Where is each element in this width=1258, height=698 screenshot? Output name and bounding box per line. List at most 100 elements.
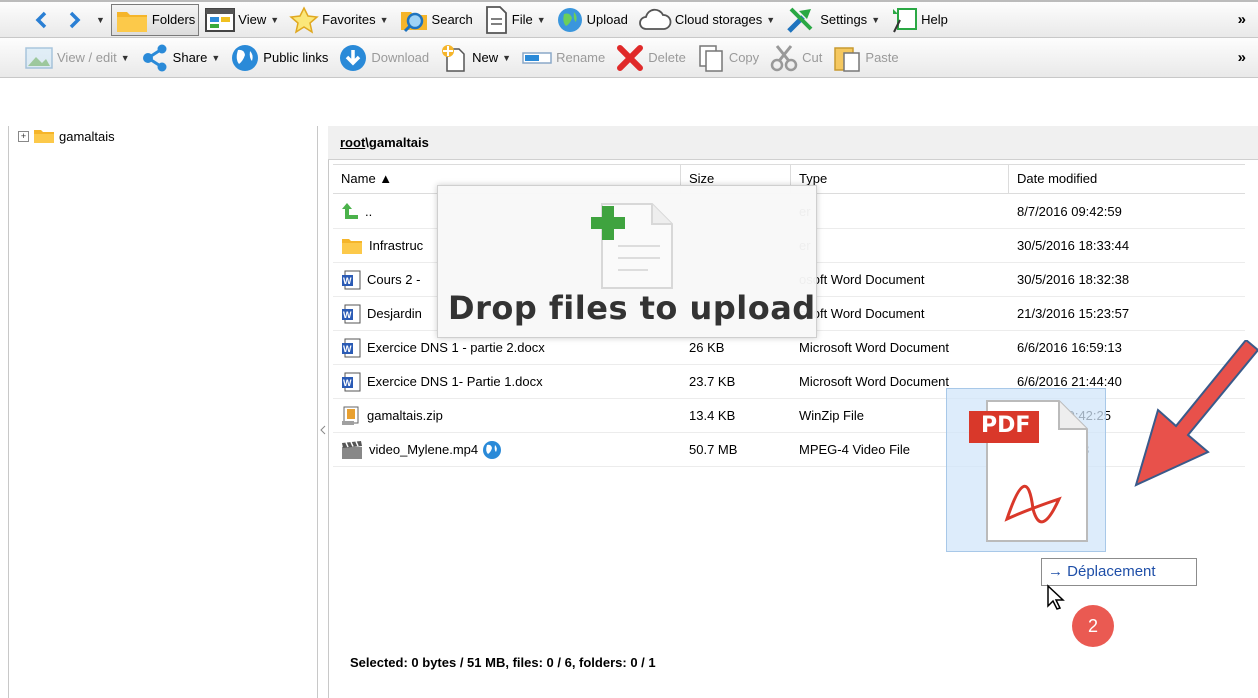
column-header-type[interactable]: Type [791,165,1009,193]
file-menu-button[interactable]: File ▼ [479,4,550,36]
help-button[interactable]: Help [886,4,952,36]
view-menu-button[interactable]: View ▼ [201,4,283,36]
drag-count-badge: 2 [1072,605,1114,647]
panel-collapse-handle[interactable] [320,410,326,450]
cut-button[interactable]: Cut [765,42,826,74]
up-arrow-icon [341,202,359,221]
word-doc-icon: W [341,338,361,358]
file-size: 50.7 MB [689,442,738,457]
breadcrumb-current: \gamaltais [365,135,429,150]
file-name: Cours 2 - [367,272,421,287]
chevron-down-icon: ▼ [211,52,221,63]
add-document-icon [588,196,680,295]
word-doc-icon: W [341,270,361,290]
word-doc-icon: W [341,304,361,324]
history-dropdown-button[interactable]: ▼ [88,4,109,36]
file-type: er [791,195,1009,228]
public-link-globe-icon[interactable] [482,440,502,460]
chevron-down-icon: ▼ [502,52,512,63]
paste-clipboard-icon [832,43,862,73]
new-menu-button[interactable]: New ▼ [435,42,515,74]
settings-tools-icon [785,5,817,35]
cloud-icon [638,7,672,33]
settings-menu-button[interactable]: Settings ▼ [781,4,884,36]
delete-button[interactable]: Delete [611,42,690,74]
file-name: Exercice DNS 1- Partie 1.docx [367,374,543,389]
copy-button[interactable]: Copy [692,42,763,74]
svg-text:W: W [343,344,352,354]
chevron-down-icon: ▼ [871,14,881,25]
breadcrumb: root\gamaltais [328,126,1258,160]
file-type: er [791,229,1009,262]
folders-button[interactable]: Folders [110,3,200,36]
move-tooltip: → Déplacement [1041,558,1197,586]
column-header-date[interactable]: Date modified [1009,165,1245,193]
folder-icon [115,6,149,34]
file-date: 30/5/2016 18:33:44 [1017,238,1130,253]
file-size: 13.4 KB [689,408,736,423]
view-layout-icon [205,7,236,33]
file-icon [483,5,509,35]
breadcrumb-root-link[interactable]: root [340,135,365,150]
file-name: video_Mylene.mp4 [369,442,479,457]
view-edit-menu-button[interactable]: View / edit ▼ [20,42,134,74]
upload-button[interactable]: Upload [552,4,632,36]
svg-text:W: W [343,276,352,286]
file-name: Infrastruc [369,238,424,253]
svg-text:W: W [343,378,352,388]
public-links-button[interactable]: Public links [226,42,332,74]
table-row[interactable]: gamaltais.zip 13.4 KB WinZip File 7/2016… [333,399,1245,433]
word-doc-icon: W [341,372,361,392]
main-toolbar: ▼ Folders View ▼ Favorites ▼ Search File ▼ … [0,0,1258,38]
image-preview-icon [24,45,54,71]
chevron-left-icon [320,425,326,435]
toolbar-overflow-button[interactable]: » [1238,11,1246,28]
globe-upload-icon [556,6,584,34]
file-type: osoft Word Document [799,306,925,321]
rename-icon [521,48,553,68]
chevron-down-icon: ▼ [120,52,130,63]
mouse-cursor-icon [1046,584,1066,613]
copy-icon [696,43,726,73]
file-type: osoft Word Document [799,272,925,287]
video-icon [341,440,363,460]
scissors-icon [769,43,799,73]
table-row[interactable]: W Exercice DNS 1- Partie 1.docx 23.7 KB M… [333,365,1245,399]
file-date: 21/3/2016 15:23:57 [1017,306,1130,321]
drop-files-message: Drop files to upload [448,289,816,327]
toolbar-overflow-button[interactable]: » [1238,49,1246,66]
expand-icon[interactable]: + [18,130,29,142]
download-icon [338,43,368,73]
actions-toolbar: View / edit ▼ Share ▼ Public links Downloa… [0,38,1258,78]
folder-tree-panel [8,126,318,698]
file-date: 30/5/2016 18:32:38 [1017,272,1130,287]
folder-icon [33,128,55,144]
chevron-down-icon: ▼ [536,14,546,25]
favorites-menu-button[interactable]: Favorites ▼ [285,4,392,36]
chevron-down-icon: ▼ [96,14,105,25]
file-type: Microsoft Word Document [799,340,950,355]
search-button[interactable]: Search [395,4,477,36]
cloud-storages-menu-button[interactable]: Cloud storages ▼ [634,4,779,36]
download-button[interactable]: Download [334,42,433,74]
rename-button[interactable]: Rename [517,42,609,74]
forward-button[interactable] [64,4,86,36]
file-date: 8/7/2016 09:42:59 [1017,204,1122,219]
chevron-down-icon: ▼ [270,14,280,25]
globe-icon [230,43,260,73]
search-icon [399,6,429,34]
back-button[interactable] [30,4,52,36]
table-row[interactable]: video_Mylene.mp4 50.7 MB MPEG-4 Video Fi… [333,433,1245,467]
share-menu-button[interactable]: Share ▼ [136,42,225,74]
tree-node-gamaltais[interactable]: + gamaltais [18,128,115,144]
pdf-label: PDF [981,413,1031,438]
dragged-pdf-file[interactable]: PDF [946,388,1106,552]
paste-button[interactable]: Paste [828,42,902,74]
chevron-down-icon: ▼ [379,14,389,25]
delete-x-icon [615,43,645,73]
status-bar: Selected: 0 bytes / 51 MB, files: 0 / 6,… [350,655,656,670]
svg-text:W: W [343,310,352,320]
drop-upload-overlay[interactable]: Drop files to upload [437,185,817,338]
star-icon [289,5,319,34]
file-name: .. [365,204,373,219]
